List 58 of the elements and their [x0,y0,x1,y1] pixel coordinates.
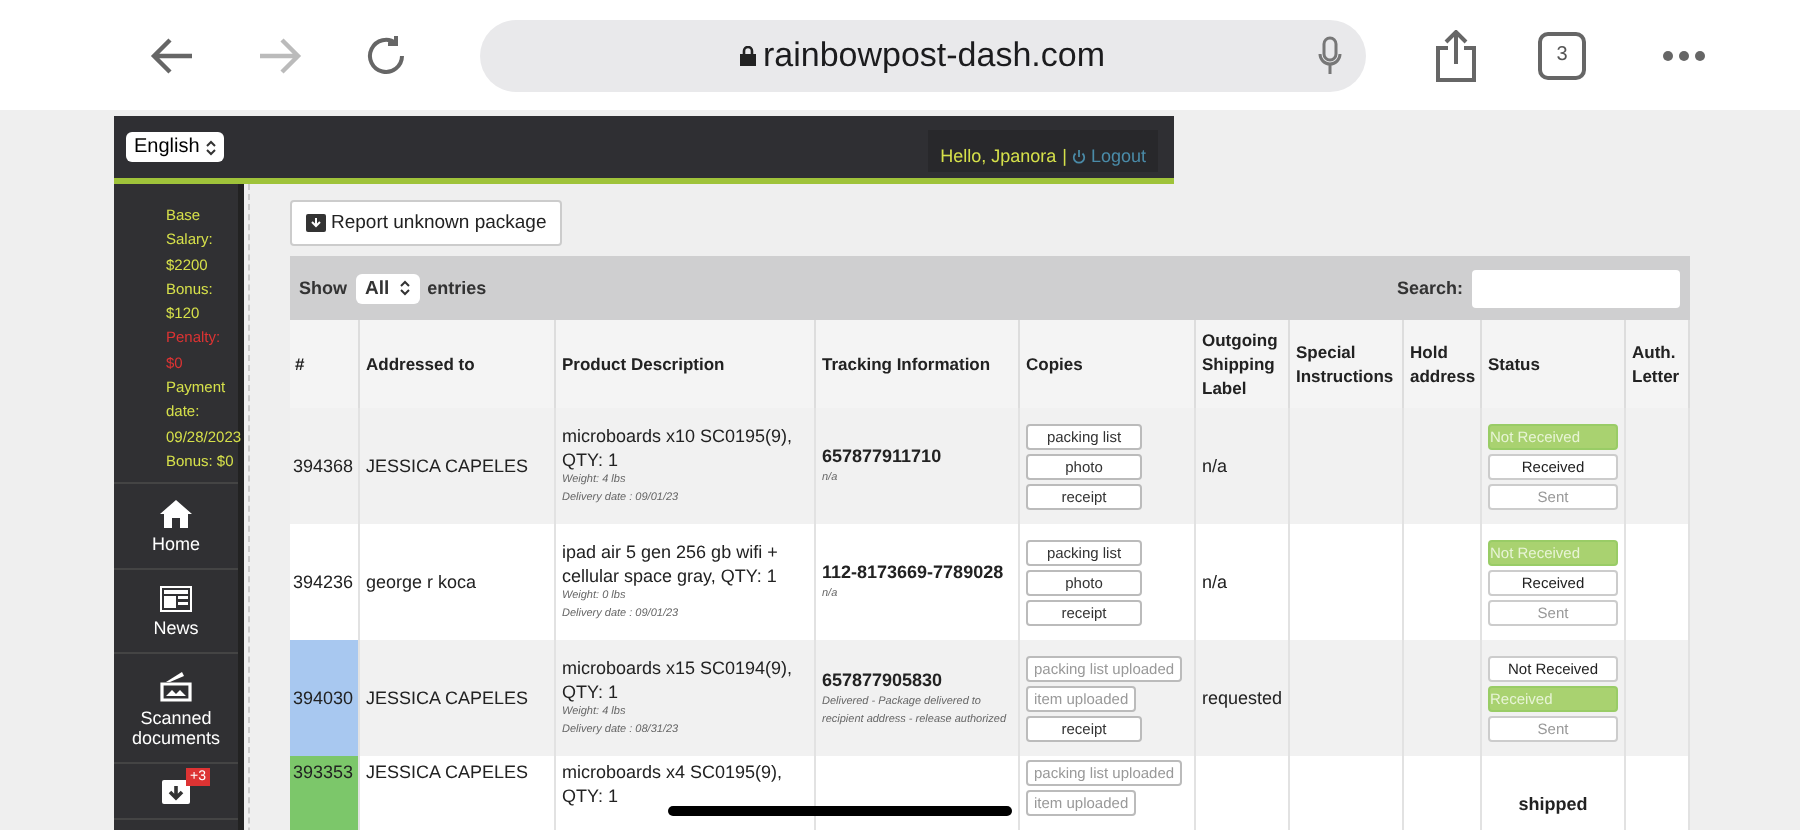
column-header: Hold address [1403,320,1481,408]
nav-item[interactable]: Home [114,484,238,571]
table-cell: JESSICA CAPELES [359,408,555,524]
back-icon[interactable] [148,35,196,75]
separator-text: | [1062,146,1067,166]
tracking-number: 657877905830 [822,667,945,693]
column-header: Copies [1019,320,1195,408]
table-cell: JESSICA CAPELES [359,756,555,830]
id-cell: 393353 [289,756,359,830]
search-field[interactable] [1471,269,1679,307]
newspaper-icon [160,586,192,613]
column-header: Tracking Information [815,320,1019,408]
tray-icon [160,670,192,703]
report-button[interactable]: Report unknown package [289,200,563,246]
logout-link[interactable]: Logout [1072,146,1146,166]
product-text: microboards x10 SC0195(9), QTY: 1 [562,423,795,471]
home-icon [160,500,192,529]
column-header: Addressed to [359,320,555,408]
id-cell: 394236 [289,524,359,640]
entries-label: entries [427,278,487,298]
column-header: # [289,320,359,408]
reload-icon[interactable] [364,33,408,77]
tab-count-button[interactable]: 3 [1538,31,1586,79]
table-cell: george r koca [359,524,555,640]
power-icon [1072,149,1087,163]
table-cell: requested [1202,688,1283,708]
language-select[interactable]: English [126,132,224,162]
show-label: Show [299,278,347,298]
product-text: microboards x4 SC0195(9), QTY: 1 [562,760,785,808]
product-text: ipad air 5 gen 256 gb wifi + cellular space gray, QTY: 1 [562,539,780,587]
chevron-icon [399,280,410,296]
table-cell: JESSICA CAPELES [359,640,555,756]
table-cell: n/a [1202,572,1228,592]
column-header: Auth. Letter [1625,320,1689,408]
more-icon[interactable] [1662,49,1706,61]
table-cell: n/a [1202,456,1228,476]
nav-item[interactable]: News [114,570,238,655]
inbox-icon [305,214,325,232]
address-bar[interactable]: rainbowpost-dash.com [480,19,1366,91]
share-icon[interactable] [1434,29,1478,81]
tracking-number: 112-8173669-7789028 [822,560,1006,587]
greeting-text: Hello, Jpanora [940,146,1057,166]
status-text: shipped [1518,792,1588,816]
id-cell: 394368 [289,408,359,524]
search-label: Search: [1396,278,1463,298]
column-header: Product Description [555,320,815,408]
nav-item[interactable]: Scanned documents [114,654,238,765]
download-icon [162,780,190,805]
lock-icon [740,45,757,65]
chevron-icon [205,139,216,155]
tracking-number: 657877911710 [822,444,944,471]
entries-select[interactable]: All [355,273,420,303]
column-header: Special Instructions [1289,320,1403,408]
column-header: Status [1481,320,1625,408]
column-header: Outgoing Shipping Label [1195,320,1289,408]
microphone-icon[interactable] [1318,35,1342,75]
product-text: microboards x15 SC0194(9), QTY: 1 [562,655,795,703]
id-cell: 394030 [289,640,359,756]
